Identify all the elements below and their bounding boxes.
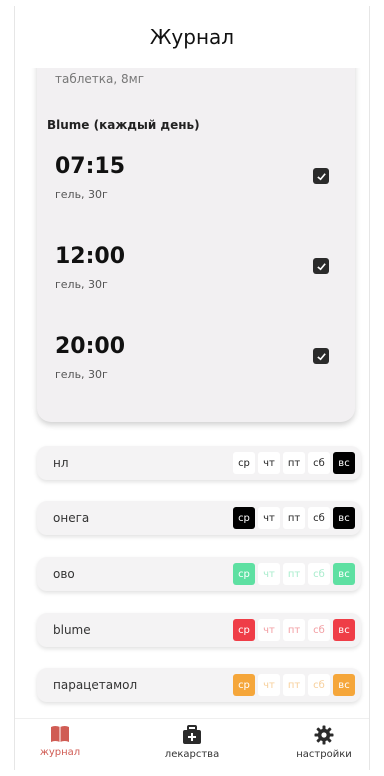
day-fri[interactable]: пт bbox=[283, 452, 305, 474]
check-icon bbox=[316, 262, 326, 270]
dose-item: 12:00 гель, 30г bbox=[55, 244, 335, 304]
medkit-icon bbox=[183, 725, 201, 744]
dose-checkbox[interactable] bbox=[313, 168, 329, 184]
day-wed[interactable]: ср bbox=[233, 452, 255, 474]
medicine-name: blume bbox=[53, 623, 91, 637]
dose-item: 07:15 гель, 30г bbox=[55, 154, 335, 214]
weekday-selector: ср чт пт сб вс bbox=[233, 507, 355, 529]
check-icon bbox=[316, 352, 326, 360]
dose-checkbox[interactable] bbox=[313, 348, 329, 364]
day-wed[interactable]: ср bbox=[233, 563, 255, 585]
day-wed[interactable]: ср bbox=[233, 674, 255, 696]
nav-journal[interactable]: журнал bbox=[15, 719, 105, 771]
day-sat[interactable]: сб bbox=[308, 619, 330, 641]
schedule-card: таблетка, 8мг Blume (каждый день) 07:15 … bbox=[37, 68, 355, 422]
medicine-name: онега bbox=[53, 511, 90, 525]
medicine-row[interactable]: парацетамол ср чт пт сб вс bbox=[37, 668, 361, 702]
day-fri[interactable]: пт bbox=[283, 674, 305, 696]
check-icon bbox=[316, 172, 326, 180]
day-sun[interactable]: вс bbox=[333, 507, 355, 529]
nav-settings-label: настройки bbox=[296, 749, 352, 760]
medicine-row[interactable]: онега ср чт пт сб вс bbox=[37, 501, 361, 535]
day-sat[interactable]: сб bbox=[308, 674, 330, 696]
dose-details: гель, 30г bbox=[55, 188, 108, 201]
day-fri[interactable]: пт bbox=[283, 563, 305, 585]
gear-icon bbox=[314, 725, 334, 745]
bottom-navigation: журнал лекарства настройки bbox=[15, 718, 369, 771]
dose-details: гель, 30г bbox=[55, 368, 108, 381]
medicine-name: ово bbox=[53, 567, 75, 581]
day-thu[interactable]: чт bbox=[258, 619, 280, 641]
weekday-selector: ср чт пт сб вс bbox=[233, 674, 355, 696]
day-sat[interactable]: сб bbox=[308, 507, 330, 529]
previous-dose-subtitle: таблетка, 8мг bbox=[55, 72, 145, 86]
weekday-selector: ср чт пт сб вс bbox=[233, 452, 355, 474]
day-wed[interactable]: ср bbox=[233, 507, 255, 529]
day-thu[interactable]: чт bbox=[258, 674, 280, 696]
day-thu[interactable]: чт bbox=[258, 452, 280, 474]
medicine-schedule-title: Blume (каждый день) bbox=[47, 118, 200, 132]
phone-screen: Журнал таблетка, 8мг Blume (каждый день)… bbox=[14, 6, 370, 771]
day-sat[interactable]: сб bbox=[308, 452, 330, 474]
medicine-row[interactable]: blume ср чт пт сб вс bbox=[37, 613, 361, 647]
dose-time: 07:15 bbox=[55, 154, 126, 179]
page-title: Журнал bbox=[149, 25, 235, 49]
day-sun[interactable]: вс bbox=[333, 563, 355, 585]
day-sun[interactable]: вс bbox=[333, 452, 355, 474]
dose-time: 20:00 bbox=[55, 334, 126, 359]
medicine-row[interactable]: нл ср чт пт сб вс bbox=[37, 446, 361, 480]
weekday-selector: ср чт пт сб вс bbox=[233, 619, 355, 641]
medicine-name: нл bbox=[53, 456, 69, 470]
day-thu[interactable]: чт bbox=[258, 563, 280, 585]
nav-settings[interactable]: настройки bbox=[279, 719, 369, 771]
day-sat[interactable]: сб bbox=[308, 563, 330, 585]
weekday-selector: ср чт пт сб вс bbox=[233, 563, 355, 585]
nav-medicines[interactable]: лекарства bbox=[147, 719, 237, 771]
day-wed[interactable]: ср bbox=[233, 619, 255, 641]
day-thu[interactable]: чт bbox=[258, 507, 280, 529]
day-fri[interactable]: пт bbox=[283, 507, 305, 529]
nav-journal-label: журнал bbox=[39, 747, 81, 758]
medicine-row[interactable]: ово ср чт пт сб вс bbox=[37, 557, 361, 591]
day-sun[interactable]: вс bbox=[333, 674, 355, 696]
medicine-name: парацетамол bbox=[53, 678, 138, 692]
dose-details: гель, 30г bbox=[55, 278, 108, 291]
book-icon bbox=[51, 726, 69, 742]
dose-item: 20:00 гель, 30г bbox=[55, 334, 335, 394]
journal-content[interactable]: таблетка, 8мг Blume (каждый день) 07:15 … bbox=[15, 68, 369, 718]
dose-time: 12:00 bbox=[55, 244, 126, 269]
nav-medicines-label: лекарства bbox=[164, 749, 220, 760]
day-sun[interactable]: вс bbox=[333, 619, 355, 641]
dose-checkbox[interactable] bbox=[313, 258, 329, 274]
day-fri[interactable]: пт bbox=[283, 619, 305, 641]
